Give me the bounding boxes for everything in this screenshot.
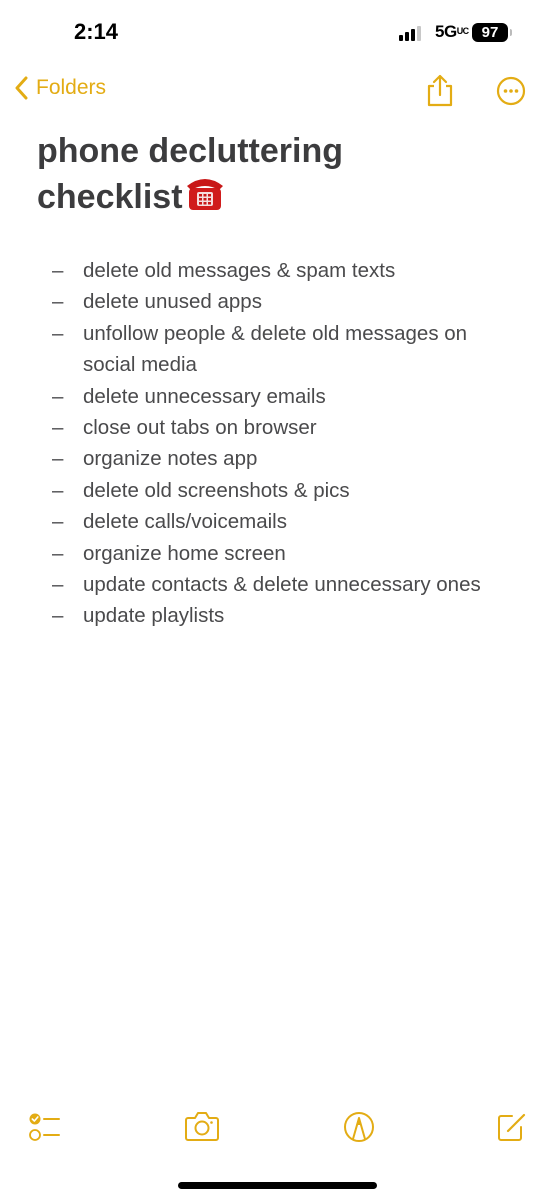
navigation-bar: Folders <box>0 70 555 114</box>
list-item-text: organize home screen <box>83 541 286 565</box>
telephone-emoji-icon <box>185 174 225 224</box>
list-item-text: delete unnecessary emails <box>83 384 326 408</box>
list-item-text: delete calls/voicemails <box>83 510 287 534</box>
home-indicator[interactable] <box>178 1182 377 1189</box>
dash-bullet: – <box>52 478 64 502</box>
list-item-text: organize notes app <box>83 447 258 471</box>
checklist: – delete old messages & spam texts – delet… <box>0 255 555 632</box>
dash-bullet: – <box>52 447 64 471</box>
list-item[interactable]: – update playlists <box>0 600 555 631</box>
dash-bullet: – <box>52 604 64 628</box>
ellipsis-circle-icon <box>496 76 526 106</box>
network-type: 5GUC <box>435 22 469 41</box>
list-item[interactable]: – organize home screen <box>0 538 555 569</box>
list-item-text: delete old screenshots & pics <box>83 478 350 502</box>
dash-bullet: – <box>52 573 64 597</box>
back-label: Folders <box>36 76 107 99</box>
dash-bullet: – <box>52 321 64 345</box>
dash-bullet: – <box>52 259 64 282</box>
list-item-text: unfollow people & delete old messages on… <box>83 321 468 377</box>
share-button[interactable] <box>424 74 456 113</box>
list-item-text: update playlists <box>83 604 225 628</box>
compose-button[interactable] <box>496 1108 528 1149</box>
compose-icon <box>498 1113 526 1141</box>
dash-bullet: – <box>52 290 64 314</box>
battery-tip <box>510 29 512 36</box>
list-item[interactable]: – delete calls/voicemails <box>0 506 555 537</box>
back-button[interactable]: Folders <box>14 76 106 100</box>
list-item[interactable]: – delete unused apps <box>0 286 555 317</box>
list-item-text: close out tabs on browser <box>83 416 317 440</box>
share-icon <box>427 74 453 107</box>
list-item[interactable]: – organize notes app <box>0 443 555 474</box>
list-item-text: delete unused apps <box>83 290 262 314</box>
bottom-toolbar <box>0 1108 555 1148</box>
status-time: 2:14 <box>74 19 119 44</box>
dash-bullet: – <box>52 541 64 565</box>
markup-button[interactable] <box>341 1108 377 1149</box>
note-title-line2: checklist <box>37 178 183 216</box>
dash-bullet: – <box>52 384 64 408</box>
status-bar: 2:14 5GUC 97 <box>0 0 555 60</box>
dash-bullet: – <box>52 416 64 440</box>
checklist-button[interactable] <box>27 1108 63 1149</box>
note-title[interactable]: phone decluttering checklist <box>37 128 517 224</box>
more-button[interactable] <box>496 76 526 111</box>
list-item[interactable]: – unfollow people & delete old messages o… <box>0 318 555 381</box>
list-item-text: update contacts & delete unnecessary one… <box>83 573 481 597</box>
battery-indicator: 97 <box>472 23 508 42</box>
checklist-icon <box>29 1113 60 1141</box>
list-item-text: delete old messages & spam texts <box>83 259 396 282</box>
list-item[interactable]: – update contacts & delete unnecessary on… <box>0 569 555 600</box>
list-item[interactable]: – delete unnecessary emails <box>0 381 555 412</box>
camera-button[interactable] <box>184 1108 220 1149</box>
note-title-line1: phone decluttering <box>37 132 343 170</box>
dash-bullet: – <box>52 510 64 534</box>
markup-pen-icon <box>344 1112 374 1142</box>
list-item[interactable]: – close out tabs on browser <box>0 412 555 443</box>
camera-icon <box>185 1112 219 1141</box>
chevron-left-icon <box>15 76 28 100</box>
cellular-signal-icon <box>399 26 421 41</box>
list-item[interactable]: – delete old screenshots & pics <box>0 475 555 506</box>
list-item[interactable]: – delete old messages & spam texts <box>0 255 555 286</box>
